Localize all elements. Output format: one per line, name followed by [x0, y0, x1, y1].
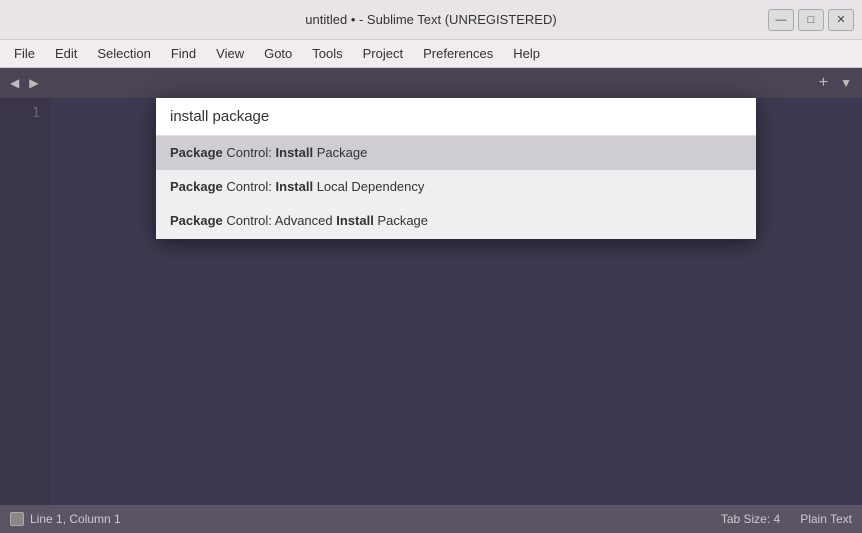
command-palette-input[interactable]	[156, 98, 756, 136]
tab-prev-button[interactable]: ◀	[6, 74, 23, 92]
result-3-prefix-bold: Package	[170, 213, 223, 228]
result-item-3[interactable]: Package Control: Advanced Install Packag…	[156, 204, 756, 238]
tab-dropdown-button[interactable]: ▼	[836, 74, 856, 92]
add-tab-button[interactable]: +	[815, 74, 832, 92]
result-3-prefix-normal: Control: Advanced	[223, 213, 336, 228]
menu-edit[interactable]: Edit	[45, 43, 87, 65]
result-1-prefix-bold: Package	[170, 145, 223, 160]
result-1-prefix-normal: Control:	[223, 145, 276, 160]
result-1-middle-bold: Install	[276, 145, 314, 160]
status-bar: Line 1, Column 1 Tab Size: 4 Plain Text	[0, 505, 862, 533]
result-3-middle-bold: Install	[336, 213, 374, 228]
status-position[interactable]: Line 1, Column 1	[30, 512, 121, 526]
menu-selection[interactable]: Selection	[87, 43, 160, 65]
editor-content[interactable]: Package Control: Install Package Package…	[50, 98, 862, 505]
minimize-button[interactable]: —	[768, 9, 794, 31]
maximize-button[interactable]: □	[798, 9, 824, 31]
tab-bar: ◀ ▶ + ▼	[0, 68, 862, 98]
status-left: Line 1, Column 1	[10, 512, 121, 526]
menu-project[interactable]: Project	[353, 43, 413, 65]
result-2-prefix-bold: Package	[170, 179, 223, 194]
result-3-suffix: Package	[374, 213, 428, 228]
title-bar: untitled • - Sublime Text (UNREGISTERED)…	[0, 0, 862, 40]
status-right: Tab Size: 4 Plain Text	[721, 512, 852, 526]
result-2-middle-bold: Install	[276, 179, 314, 194]
menu-view[interactable]: View	[206, 43, 254, 65]
menu-find[interactable]: Find	[161, 43, 206, 65]
status-syntax[interactable]: Plain Text	[800, 512, 852, 526]
result-2-prefix-normal: Control:	[223, 179, 276, 194]
tab-next-button[interactable]: ▶	[25, 74, 42, 92]
menu-file[interactable]: File	[4, 43, 45, 65]
result-item-1[interactable]: Package Control: Install Package	[156, 136, 756, 170]
status-tab-size[interactable]: Tab Size: 4	[721, 512, 780, 526]
command-results: Package Control: Install Package Package…	[156, 136, 756, 239]
line-number-1: 1	[0, 104, 40, 124]
menu-help[interactable]: Help	[503, 43, 550, 65]
close-button[interactable]: ✕	[828, 9, 854, 31]
menu-bar: File Edit Selection Find View Goto Tools…	[0, 40, 862, 68]
result-item-2[interactable]: Package Control: Install Local Dependenc…	[156, 170, 756, 204]
command-palette: Package Control: Install Package Package…	[156, 98, 756, 239]
tab-nav: ◀ ▶	[6, 74, 42, 92]
window-controls: — □ ✕	[768, 9, 854, 31]
result-1-suffix: Package	[313, 145, 367, 160]
menu-goto[interactable]: Goto	[254, 43, 302, 65]
status-icon	[10, 512, 24, 526]
menu-preferences[interactable]: Preferences	[413, 43, 503, 65]
window-title: untitled • - Sublime Text (UNREGISTERED)	[305, 12, 556, 27]
editor-area: 1 Package Control: Install Package Packa…	[0, 98, 862, 505]
line-numbers: 1	[0, 98, 50, 505]
menu-tools[interactable]: Tools	[302, 43, 352, 65]
result-2-suffix: Local Dependency	[313, 179, 424, 194]
